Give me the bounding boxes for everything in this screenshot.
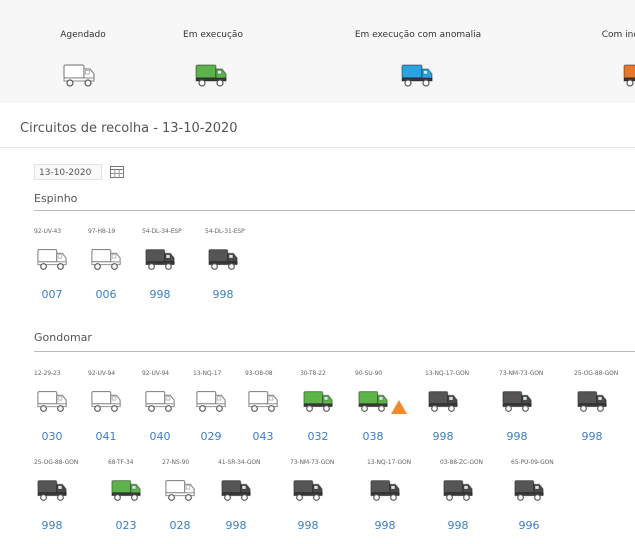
circuit-code-link[interactable]: 998 [572, 430, 612, 443]
circuit-code-link[interactable]: 998 [423, 430, 463, 443]
truck-icon[interactable] [247, 388, 279, 414]
truck-icon[interactable] [36, 246, 68, 272]
page-title: Circuitos de recolha - 13-10-2020 [20, 121, 238, 136]
truck-blue-icon [401, 64, 433, 87]
legend-label-running: Em execução [183, 30, 243, 40]
date-picker[interactable]: 13-10-2020 [34, 164, 134, 182]
truck-plate: 25-OG-88-GON [34, 459, 79, 466]
circuit-code-link[interactable]: 023 [106, 519, 146, 532]
circuit-code-link[interactable]: 040 [140, 430, 180, 443]
truck-icon[interactable] [576, 388, 608, 414]
truck-outline-icon [63, 64, 95, 87]
date-input[interactable]: 13-10-2020 [34, 164, 102, 180]
truck-icon[interactable] [144, 388, 176, 414]
truck-plate: 97-H8-19 [88, 228, 116, 235]
group-title-gondomar: Gondomar [34, 331, 92, 344]
circuit-code-link[interactable]: 998 [203, 288, 243, 301]
circuit-code-link[interactable]: 041 [86, 430, 126, 443]
truck-icon[interactable] [164, 477, 196, 503]
truck-plate: 30-T8-22 [300, 370, 326, 377]
truck-icon[interactable] [36, 388, 68, 414]
legend-label-scheduled: Agendado [60, 30, 106, 40]
group-title-espinho: Espinho [34, 192, 78, 205]
circuit-code-link[interactable]: 998 [438, 519, 478, 532]
truck-icon[interactable] [90, 388, 122, 414]
truck-plate: 73-NM-73-GON [290, 459, 335, 466]
truck-icon[interactable] [427, 388, 459, 414]
status-legend: Agendado Em execução Em execução com ano… [0, 0, 635, 103]
truck-icon[interactable] [90, 246, 122, 272]
truck-icon[interactable] [292, 477, 324, 503]
truck-icon[interactable] [442, 477, 474, 503]
circuit-code-link[interactable]: 006 [86, 288, 126, 301]
circuit-code-link[interactable]: 998 [365, 519, 405, 532]
truck-plate: 54-DL-34-ESP [142, 228, 182, 235]
truck-plate: 92-UV-43 [34, 228, 61, 235]
truck-plate: 90-SU-90 [355, 370, 382, 377]
truck-plate: 41-SR-34-GON [218, 459, 261, 466]
truck-icon[interactable] [195, 388, 227, 414]
calendar-icon[interactable] [110, 166, 124, 178]
truck-icon[interactable] [302, 388, 334, 414]
title-divider [0, 147, 635, 148]
circuit-code-link[interactable]: 998 [216, 519, 256, 532]
truck-icon[interactable] [207, 246, 239, 272]
truck-plate: 54-DL-31-ESP [205, 228, 245, 235]
truck-icon[interactable] [220, 477, 252, 503]
circuit-code-link[interactable]: 007 [32, 288, 72, 301]
truck-icon[interactable] [369, 477, 401, 503]
truck-plate: 25-OG-88-GON [574, 370, 619, 377]
circuit-code-link[interactable]: 998 [32, 519, 72, 532]
group-divider-gondomar [34, 351, 635, 352]
circuit-code-link[interactable]: 030 [32, 430, 72, 443]
legend-label-with-incident: Com inc [601, 30, 635, 40]
truck-orange-icon [623, 64, 635, 87]
circuit-code-link[interactable]: 029 [191, 430, 231, 443]
circuit-code-link[interactable]: 998 [288, 519, 328, 532]
truck-icon[interactable] [144, 246, 176, 272]
truck-icon[interactable] [513, 477, 545, 503]
circuit-code-link[interactable]: 028 [160, 519, 200, 532]
truck-plate: 13-NQ-17 [193, 370, 222, 377]
warning-icon [391, 400, 407, 414]
truck-icon[interactable] [357, 388, 389, 414]
circuit-code-link[interactable]: 032 [298, 430, 338, 443]
truck-icon[interactable] [110, 477, 142, 503]
truck-plate: 92-UV-94 [142, 370, 169, 377]
circuit-code-link[interactable]: 996 [509, 519, 549, 532]
legend-label-running-anomaly: Em execução com anomalia [354, 30, 482, 40]
group-divider-espinho [34, 210, 635, 211]
truck-plate: 92-UV-94 [88, 370, 115, 377]
truck-plate: 73-NM-73-GON [499, 370, 544, 377]
circuit-code-link[interactable]: 043 [243, 430, 283, 443]
truck-plate: 93-O8-08 [245, 370, 273, 377]
truck-plate: 13-NQ-17-GON [425, 370, 470, 377]
truck-plate: 12-29-23 [34, 370, 61, 377]
truck-plate: 03-88-ZC-GON [440, 459, 483, 466]
circuit-code-link[interactable]: 998 [140, 288, 180, 301]
truck-icon[interactable] [501, 388, 533, 414]
circuit-code-link[interactable]: 038 [353, 430, 393, 443]
truck-icon[interactable] [36, 477, 68, 503]
circuit-code-link[interactable]: 998 [497, 430, 537, 443]
truck-green-icon [195, 64, 227, 87]
truck-plate: 68-TF-34 [108, 459, 134, 466]
truck-plate: 27-NS-90 [162, 459, 190, 466]
truck-plate: 65-PU-09-GON [511, 459, 554, 466]
truck-plate: 13-NQ-17-GON [367, 459, 412, 466]
